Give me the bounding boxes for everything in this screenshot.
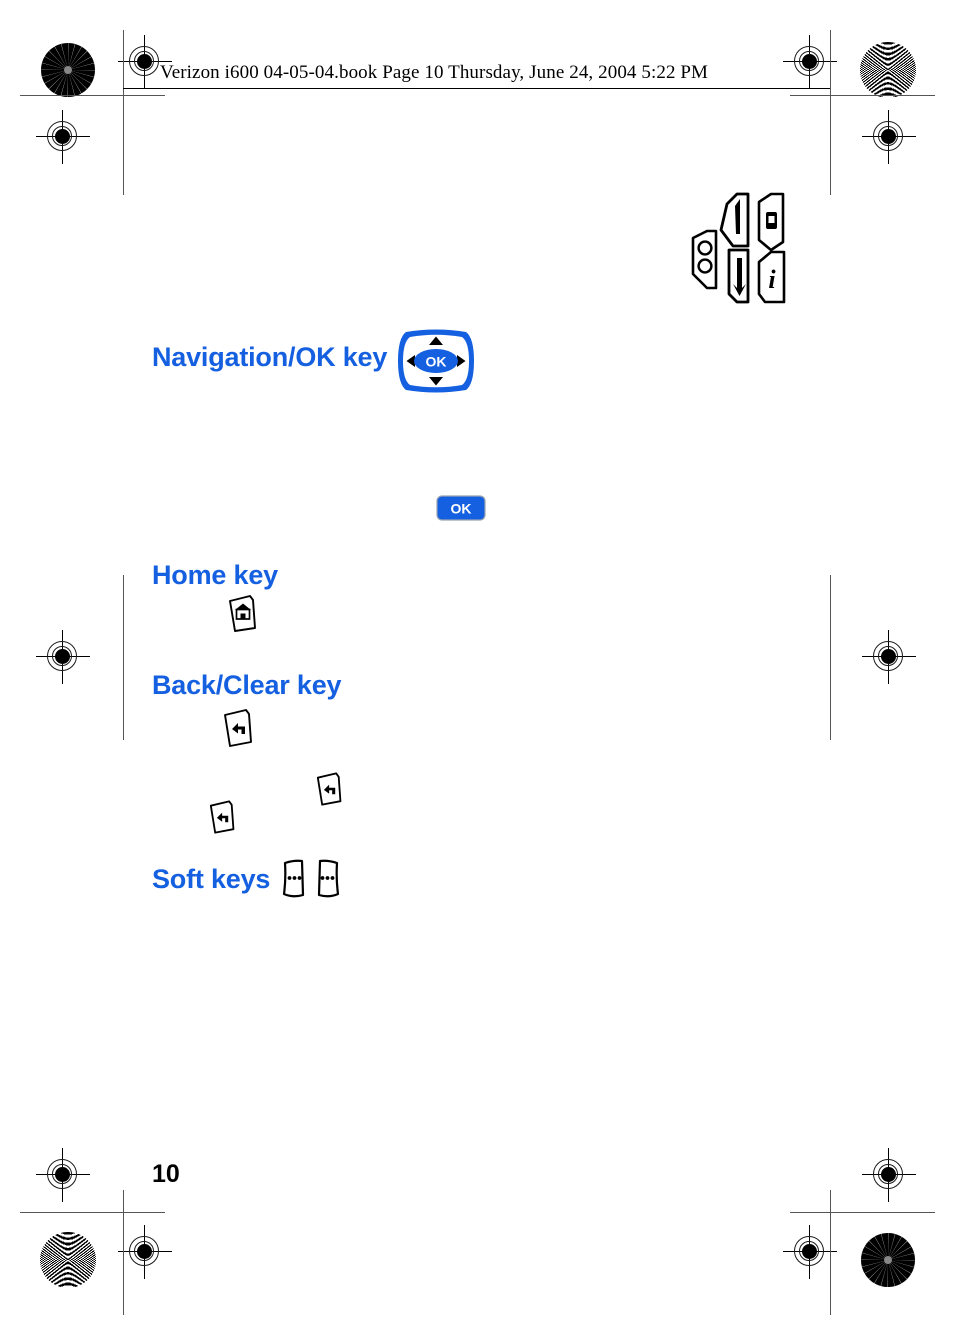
heading-navigation-ok-key: Navigation/OK key bbox=[152, 342, 388, 372]
trim-rule-horizontal bbox=[20, 95, 165, 96]
registration-crosshair-icon bbox=[862, 110, 916, 164]
page-header-text: Verizon i600 04-05-04.book Page 10 Thurs… bbox=[160, 62, 709, 83]
heading-back-clear-key: Back/Clear key bbox=[152, 670, 342, 700]
info-key-letter: i bbox=[768, 265, 776, 294]
key-icon-cluster: i bbox=[685, 190, 795, 315]
trim-rule-vertical bbox=[123, 575, 124, 740]
back-clear-key-icon bbox=[310, 768, 350, 815]
manual-page: Verizon i600 04-05-04.book Page 10 Thurs… bbox=[0, 0, 954, 1319]
resolution-star-target-icon bbox=[860, 1232, 916, 1288]
registration-crosshair-icon bbox=[862, 1148, 916, 1202]
scroll-down-key-icon bbox=[727, 248, 750, 304]
home-key-icon bbox=[222, 592, 266, 641]
back-clear-key-icon bbox=[203, 796, 243, 843]
volume-side-key-icon bbox=[691, 229, 718, 290]
registration-crosshair-icon bbox=[118, 1225, 172, 1279]
phone-send-key-icon bbox=[757, 192, 785, 252]
moire-pattern-target-icon bbox=[40, 1232, 96, 1288]
heading-home-key: Home key bbox=[152, 560, 278, 590]
trim-rule-horizontal bbox=[790, 95, 935, 96]
soft-key-right-icon bbox=[313, 857, 343, 906]
trim-rule-vertical bbox=[830, 575, 831, 740]
trim-rule-vertical bbox=[830, 1190, 831, 1315]
ok-button-label: OK bbox=[451, 501, 472, 517]
header-underline bbox=[123, 88, 830, 89]
trim-rule-horizontal bbox=[790, 1212, 935, 1213]
navigation-ok-label: OK bbox=[426, 354, 447, 370]
moire-pattern-target-icon bbox=[860, 42, 916, 98]
registration-crosshair-icon bbox=[862, 630, 916, 684]
back-clear-key-icon bbox=[216, 705, 262, 756]
trim-rule-vertical bbox=[123, 30, 124, 195]
trim-rule-horizontal bbox=[20, 1212, 165, 1213]
heading-soft-keys: Soft keys bbox=[152, 864, 271, 894]
ok-button-icon: OK bbox=[436, 495, 486, 526]
trim-rule-vertical bbox=[123, 1190, 124, 1315]
registration-crosshair-icon bbox=[783, 35, 837, 89]
registration-crosshair-icon bbox=[36, 110, 90, 164]
page-number: 10 bbox=[152, 1160, 180, 1188]
resolution-star-target-icon bbox=[40, 42, 96, 98]
trim-rule-vertical bbox=[830, 30, 831, 195]
navigation-dpad-icon: OK bbox=[394, 328, 478, 399]
info-key-icon: i bbox=[757, 250, 786, 304]
registration-crosshair-icon bbox=[783, 1225, 837, 1279]
scroll-up-key-icon bbox=[719, 192, 750, 248]
registration-crosshair-icon bbox=[36, 630, 90, 684]
registration-crosshair-icon bbox=[36, 1148, 90, 1202]
soft-key-left-icon bbox=[279, 857, 309, 906]
